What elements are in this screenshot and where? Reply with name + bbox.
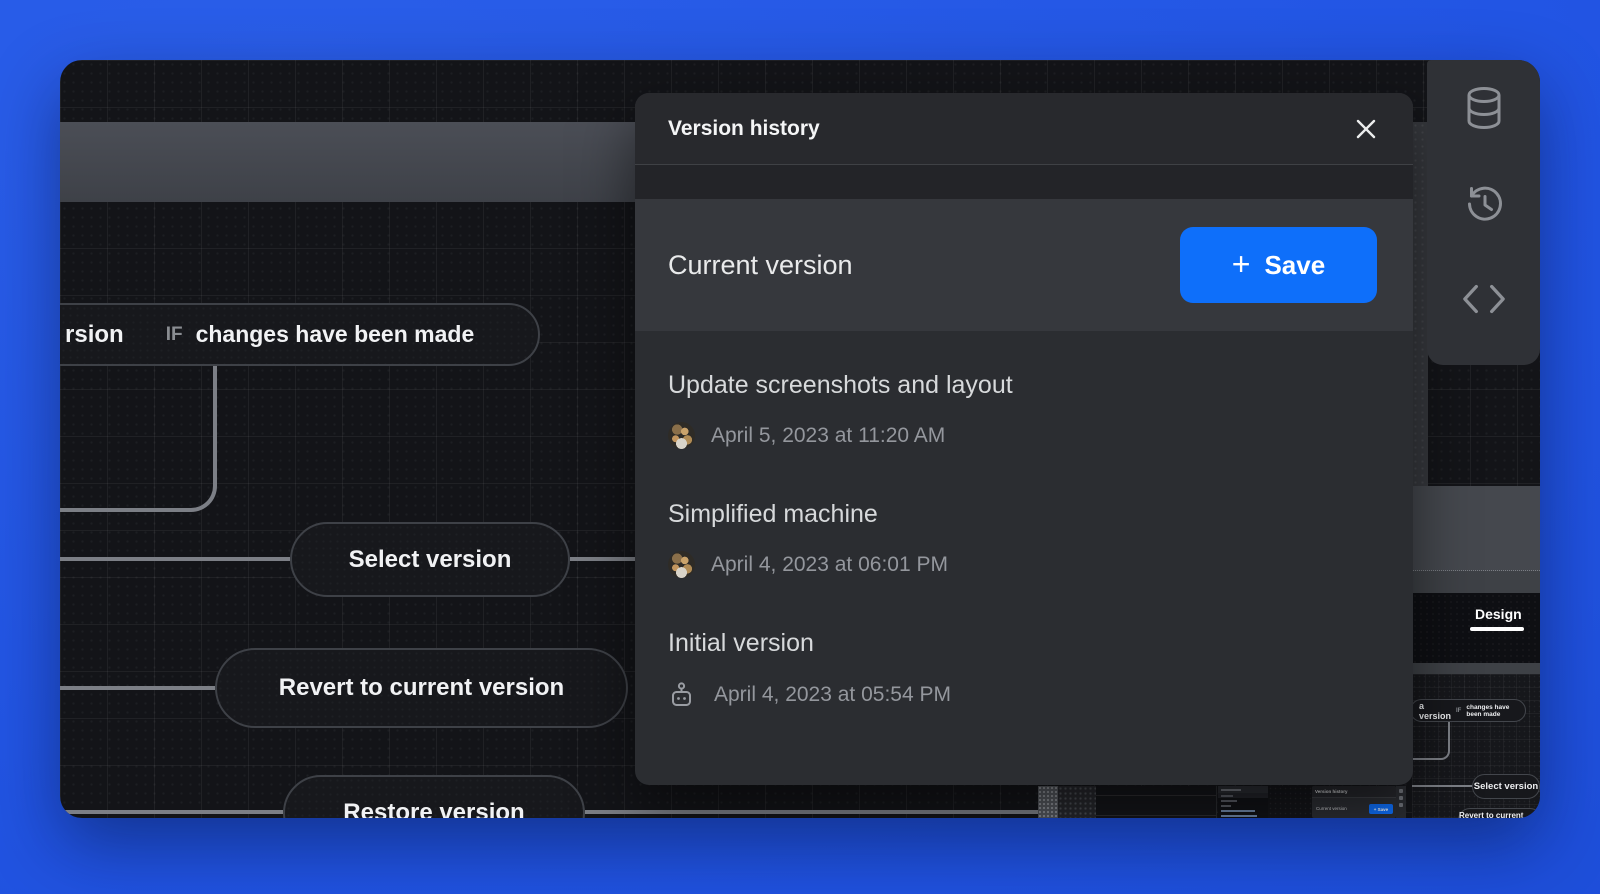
- transition-edge: [585, 810, 1038, 814]
- preview-node-save-version: a version IF changes have been made: [1410, 699, 1526, 722]
- node-condition-label: changes have been made: [1466, 704, 1525, 718]
- transition-edge: [60, 686, 215, 690]
- version-timestamp: April 5, 2023 at 11:20 AM: [711, 424, 945, 448]
- preview-toolbar-band: [1412, 486, 1540, 571]
- state-node-save-version[interactable]: rsion IF changes have been made: [60, 303, 540, 366]
- preview-node-select-version: Select version: [1472, 774, 1540, 799]
- version-timestamp: April 4, 2023 at 05:54 PM: [714, 683, 951, 707]
- current-version-row: Current version + Save: [635, 199, 1413, 331]
- close-icon[interactable]: [1349, 112, 1383, 146]
- preview-sidebar-sliver: [1396, 786, 1406, 818]
- code-icon[interactable]: [1461, 276, 1507, 322]
- user-avatar: [668, 551, 695, 578]
- version-title: Update screenshots and layout: [668, 371, 1380, 400]
- version-list: Update screenshots and layout April 5, 2…: [635, 331, 1413, 710]
- active-tab-underline: [1470, 627, 1524, 631]
- modal-header: Version history: [635, 93, 1413, 165]
- preview-canvas-slice: [1268, 786, 1312, 818]
- preview-palette-panel: [1218, 786, 1268, 818]
- transition-edge: [60, 810, 283, 814]
- node-condition-label: changes have been made: [196, 321, 475, 348]
- modal-title: Version history: [668, 117, 820, 141]
- mini-save-button: + Save: [1369, 804, 1393, 814]
- mini-modal-title: Version history: [1312, 786, 1396, 798]
- node-if-keyword: IF: [166, 324, 183, 346]
- modal-substrip: [635, 165, 1413, 199]
- preview-canvas: a version IF changes have been made Sele…: [1412, 674, 1540, 818]
- preview-edge: [1412, 785, 1472, 787]
- version-history-modal: Version history Current version + Save U…: [635, 93, 1413, 785]
- preview-tab-bar: Design Si: [1412, 593, 1540, 663]
- state-node-select-version[interactable]: Select version: [290, 522, 570, 597]
- plus-icon: +: [1232, 248, 1251, 280]
- state-node-restore-version[interactable]: Restore version: [283, 775, 585, 818]
- user-avatar: [668, 422, 695, 449]
- preview-dither: [1058, 786, 1096, 818]
- preview-mini-modal: Version history Current version + Save: [1312, 786, 1396, 818]
- node-label-fragment: a version: [1419, 701, 1451, 721]
- node-label: Select version: [1474, 781, 1538, 792]
- history-icon[interactable]: [1461, 181, 1507, 227]
- node-label: Select version: [349, 546, 512, 574]
- preview-node-revert-version: Revert to current version: [1458, 808, 1540, 818]
- state-node-revert-version[interactable]: Revert to current version: [215, 648, 628, 728]
- transition-edge: [570, 557, 635, 561]
- right-icon-sidebar: [1427, 60, 1540, 365]
- tab-design[interactable]: Design: [1475, 606, 1522, 622]
- preview-strip: [1412, 571, 1540, 593]
- version-timestamp: April 4, 2023 at 06:01 PM: [711, 553, 948, 577]
- version-list-item[interactable]: Update screenshots and layout April 5, 2…: [668, 371, 1380, 449]
- save-button-label: Save: [1264, 250, 1325, 281]
- page: { "colors": { "accent_blue": "#0e6ffa", …: [0, 0, 1600, 894]
- node-label: Revert to current version: [1459, 811, 1540, 818]
- version-list-item[interactable]: Simplified machine April 4, 2023 at 06:0…: [668, 500, 1380, 578]
- current-version-label: Current version: [668, 250, 853, 281]
- preview-strip: [1412, 663, 1540, 674]
- transition-edge: [60, 366, 217, 512]
- node-label: Revert to current version: [279, 674, 564, 702]
- version-title: Initial version: [668, 629, 1380, 658]
- database-icon[interactable]: [1461, 86, 1507, 132]
- node-if-keyword: IF: [1456, 708, 1461, 714]
- version-list-item[interactable]: Initial version April 4, 2023 at 05:54 P…: [668, 629, 1380, 710]
- save-button[interactable]: + Save: [1180, 227, 1377, 303]
- node-label: Restore version: [343, 799, 524, 818]
- version-title: Simplified machine: [668, 500, 1380, 529]
- preview-edge: [1412, 722, 1450, 760]
- preview-dither: [1038, 786, 1058, 818]
- app-window: rsion IF changes have been made Select v…: [60, 60, 1540, 818]
- preview-canvas-slice: [1096, 786, 1217, 818]
- mini-modal-current-label: Current version: [1316, 806, 1347, 811]
- node-label-fragment: rsion: [65, 321, 124, 349]
- robot-icon: [668, 680, 698, 710]
- panel-gap-strip: [1412, 122, 1428, 486]
- transition-edge: [60, 557, 290, 561]
